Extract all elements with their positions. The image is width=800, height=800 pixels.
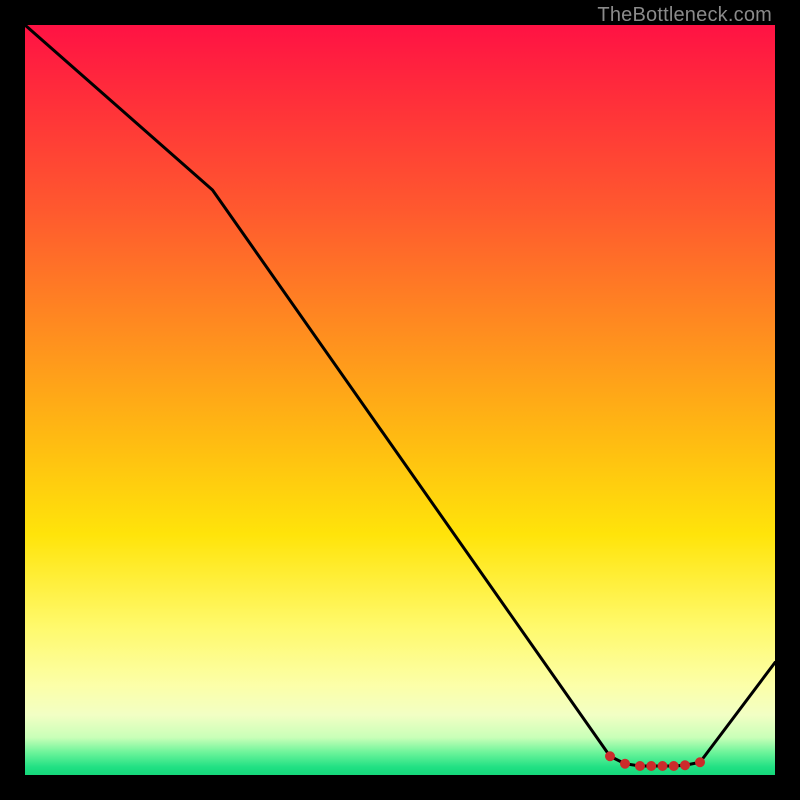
watermark-text: TheBottleneck.com <box>597 4 772 27</box>
chart-marker <box>647 762 656 771</box>
chart-svg <box>25 25 775 775</box>
chart-marker <box>658 762 667 771</box>
chart-marker <box>696 758 705 767</box>
plot-area <box>25 25 775 775</box>
chart-marker <box>669 762 678 771</box>
chart-frame: TheBottleneck.com <box>0 0 800 800</box>
chart-marker <box>621 759 630 768</box>
chart-marker <box>681 761 690 770</box>
chart-marker <box>606 752 615 761</box>
chart-marker <box>636 762 645 771</box>
chart-line <box>25 25 775 766</box>
